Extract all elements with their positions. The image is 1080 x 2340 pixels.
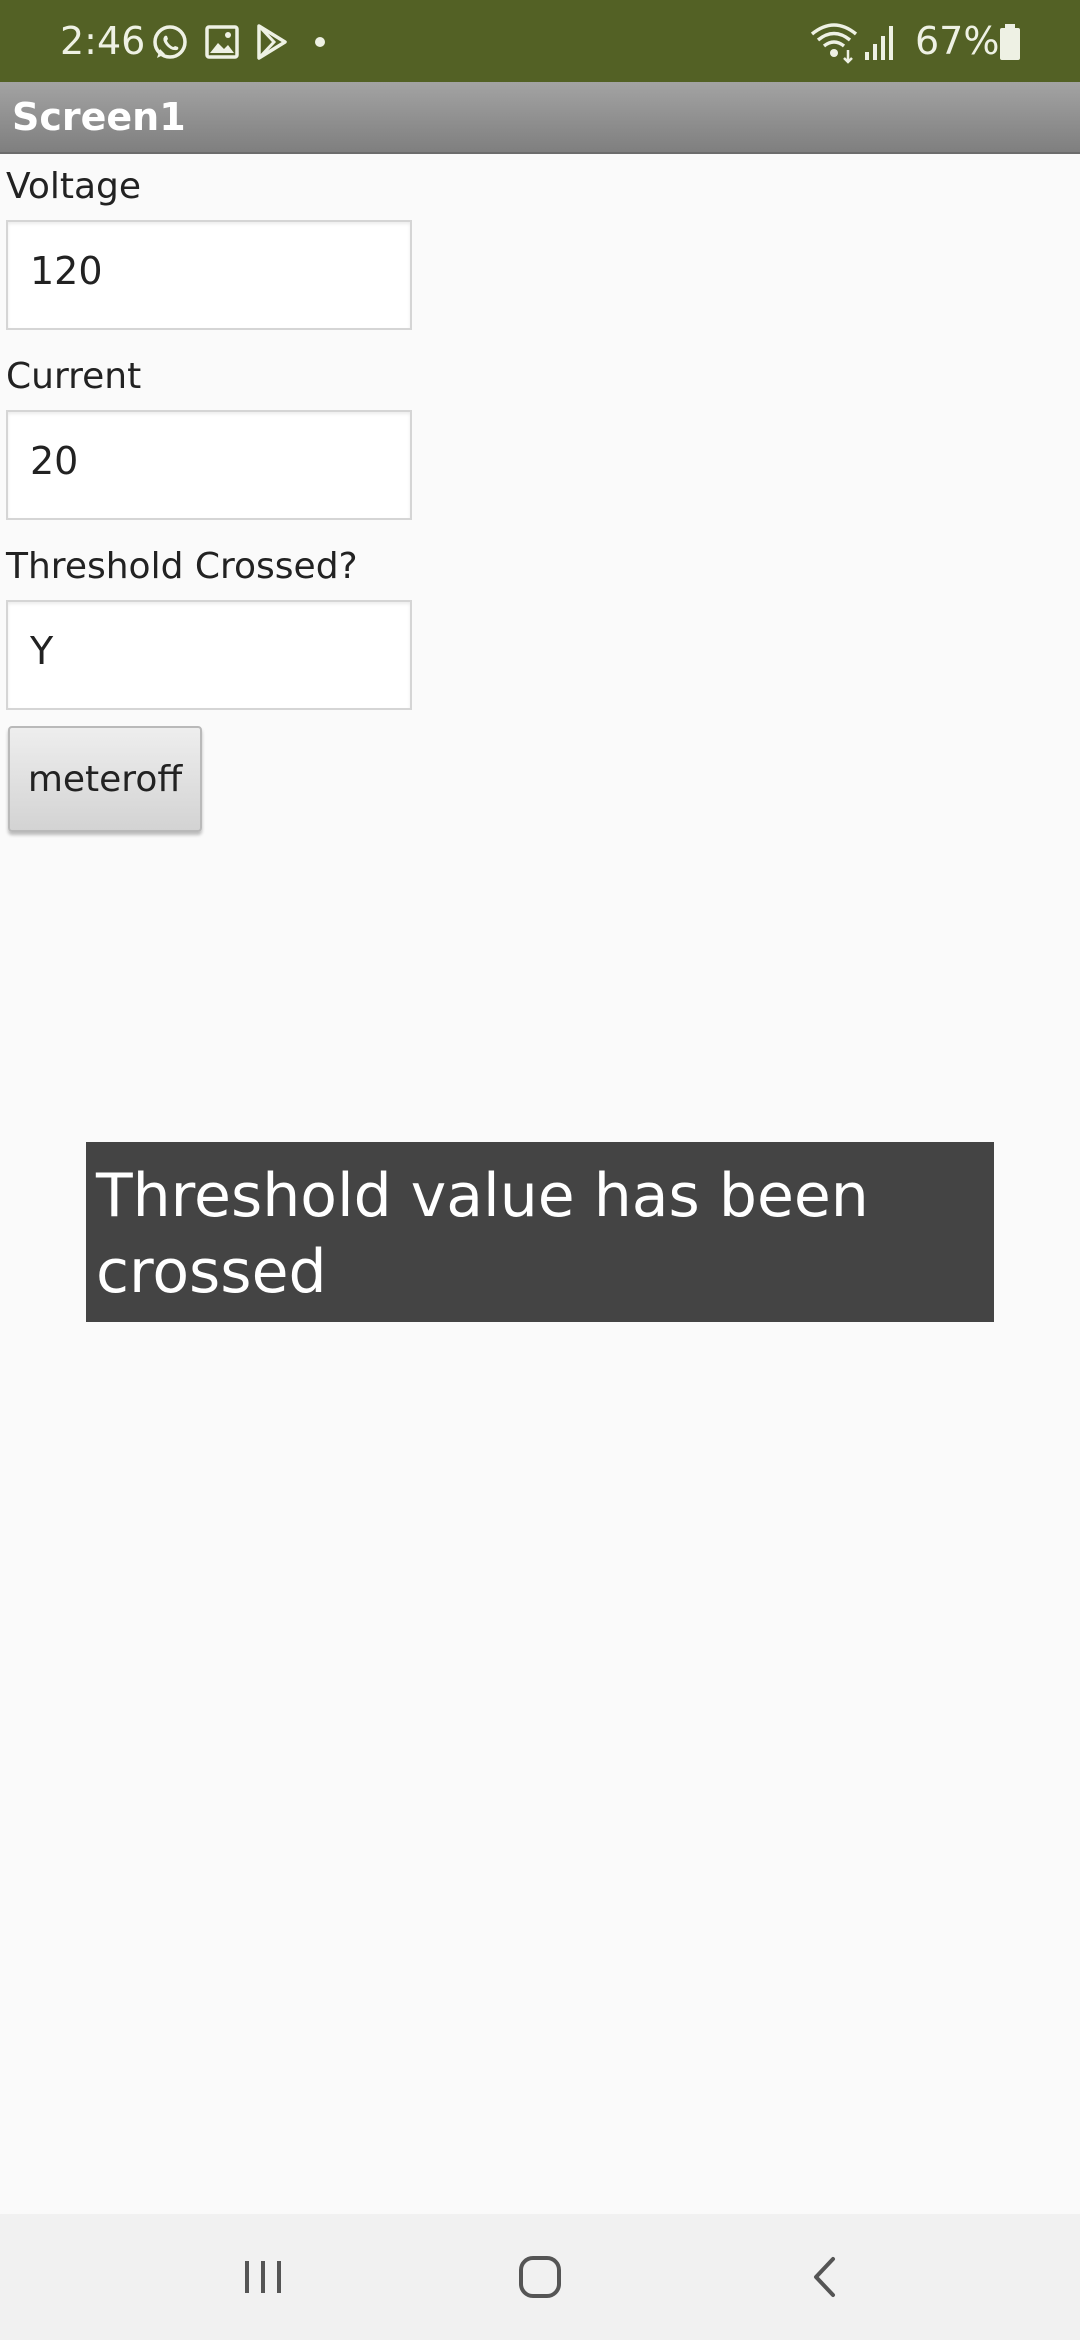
threshold-input[interactable]: Y: [6, 600, 412, 710]
meteroff-button[interactable]: meteroff: [8, 726, 202, 832]
home-icon[interactable]: [515, 2249, 565, 2305]
whatsapp-icon: [153, 25, 187, 59]
wifi-icon: [810, 23, 858, 64]
current-label: Current: [6, 356, 142, 397]
current-value: 20: [30, 439, 79, 483]
toast-message: Threshold value has been crossed: [86, 1142, 994, 1322]
voltage-label: Voltage: [6, 166, 142, 207]
gallery-icon: [205, 25, 239, 59]
play-store-icon: [257, 24, 287, 60]
battery-percent: 67%: [915, 19, 1000, 63]
navigation-bar: [0, 2214, 1080, 2340]
voltage-value: 120: [30, 249, 103, 293]
current-input[interactable]: 20: [6, 410, 412, 520]
threshold-value: Y: [30, 629, 54, 673]
title-bar: Screen1: [0, 82, 1080, 154]
battery-icon: [1000, 24, 1020, 60]
toast-text: Threshold value has been crossed: [96, 1161, 869, 1307]
app-screen: 2:46 67% Screen1 Voltage 120 Current 20 …: [0, 0, 1080, 2340]
status-time: 2:46: [60, 19, 146, 63]
back-icon[interactable]: [800, 2249, 850, 2305]
voltage-input[interactable]: 120: [6, 220, 412, 330]
status-bar: 2:46 67%: [0, 0, 1080, 82]
signal-icon: [865, 26, 893, 60]
threshold-label: Threshold Crossed?: [6, 546, 358, 587]
dot-icon: [315, 37, 325, 47]
screen-title: Screen1: [12, 95, 186, 139]
recent-apps-icon[interactable]: [238, 2249, 288, 2305]
